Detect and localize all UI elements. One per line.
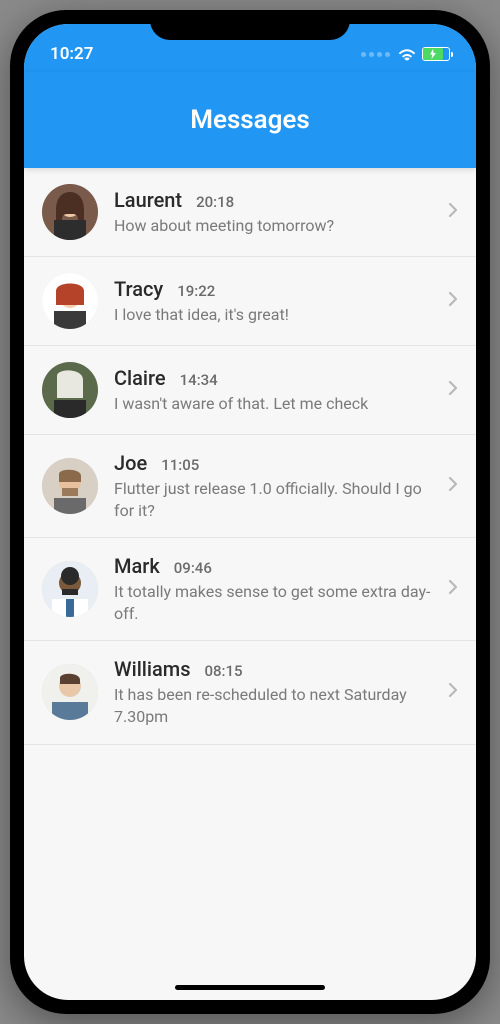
conversation-content: Joe 11:05 Flutter just release 1.0 offic… [114, 451, 432, 521]
chevron-right-icon [448, 202, 458, 222]
chevron-right-icon [448, 579, 458, 599]
conversation-content: Claire 14:34 I wasn't aware of that. Let… [114, 366, 432, 415]
avatar [42, 273, 98, 329]
phone-screen: 10:27 Messages Laur [24, 24, 476, 1000]
phone-frame: 10:27 Messages Laur [10, 10, 490, 1014]
conversation-name: Laurent [114, 188, 182, 212]
conversation-name: Williams [114, 657, 191, 681]
avatar [42, 184, 98, 240]
chevron-right-icon [448, 682, 458, 702]
status-time: 10:27 [50, 44, 93, 64]
chevron-right-icon [448, 476, 458, 496]
conversation-content: Mark 09:46 It totally makes sense to get… [114, 554, 432, 624]
conversation-item-1[interactable]: Tracy 19:22 I love that idea, it's great… [24, 257, 476, 346]
chevron-right-icon [448, 291, 458, 311]
conversation-time: 08:15 [205, 662, 243, 680]
conversation-time: 20:18 [196, 193, 234, 211]
conversation-time: 11:05 [161, 456, 199, 474]
conversation-name: Mark [114, 554, 160, 578]
conversation-preview: It has been re-scheduled to next Saturda… [114, 684, 432, 727]
chevron-right-icon [448, 380, 458, 400]
conversation-item-4[interactable]: Mark 09:46 It totally makes sense to get… [24, 538, 476, 641]
battery-icon [422, 47, 450, 61]
conversation-content: Williams 08:15 It has been re-scheduled … [114, 657, 432, 727]
conversation-time: 09:46 [174, 559, 212, 577]
conversation-name: Tracy [114, 277, 163, 301]
conversation-time: 14:34 [180, 371, 218, 389]
conversation-item-2[interactable]: Claire 14:34 I wasn't aware of that. Let… [24, 346, 476, 435]
conversation-item-5[interactable]: Williams 08:15 It has been re-scheduled … [24, 641, 476, 744]
conversation-preview: Flutter just release 1.0 officially. Sho… [114, 478, 432, 521]
conversation-time: 19:22 [177, 282, 215, 300]
conversation-preview: I wasn't aware of that. Let me check [114, 393, 432, 415]
conversation-content: Tracy 19:22 I love that idea, it's great… [114, 277, 432, 326]
avatar [42, 664, 98, 720]
conversation-name: Joe [114, 451, 147, 475]
conversation-name: Claire [114, 366, 166, 390]
avatar [42, 458, 98, 514]
conversation-item-3[interactable]: Joe 11:05 Flutter just release 1.0 offic… [24, 435, 476, 538]
status-right [361, 47, 450, 61]
cellular-dots-icon [361, 52, 390, 57]
avatar [42, 362, 98, 418]
conversation-list[interactable]: Laurent 20:18 How about meeting tomorrow… [24, 168, 476, 745]
home-indicator[interactable] [175, 985, 325, 990]
conversation-content: Laurent 20:18 How about meeting tomorrow… [114, 188, 432, 237]
page-title: Messages [190, 105, 310, 135]
app-bar: Messages [24, 72, 476, 168]
avatar [42, 561, 98, 617]
conversation-item-0[interactable]: Laurent 20:18 How about meeting tomorrow… [24, 168, 476, 257]
wifi-icon [398, 48, 416, 61]
phone-notch [150, 10, 350, 40]
conversation-preview: It totally makes sense to get some extra… [114, 581, 432, 624]
conversation-preview: How about meeting tomorrow? [114, 215, 432, 237]
conversation-preview: I love that idea, it's great! [114, 304, 432, 326]
